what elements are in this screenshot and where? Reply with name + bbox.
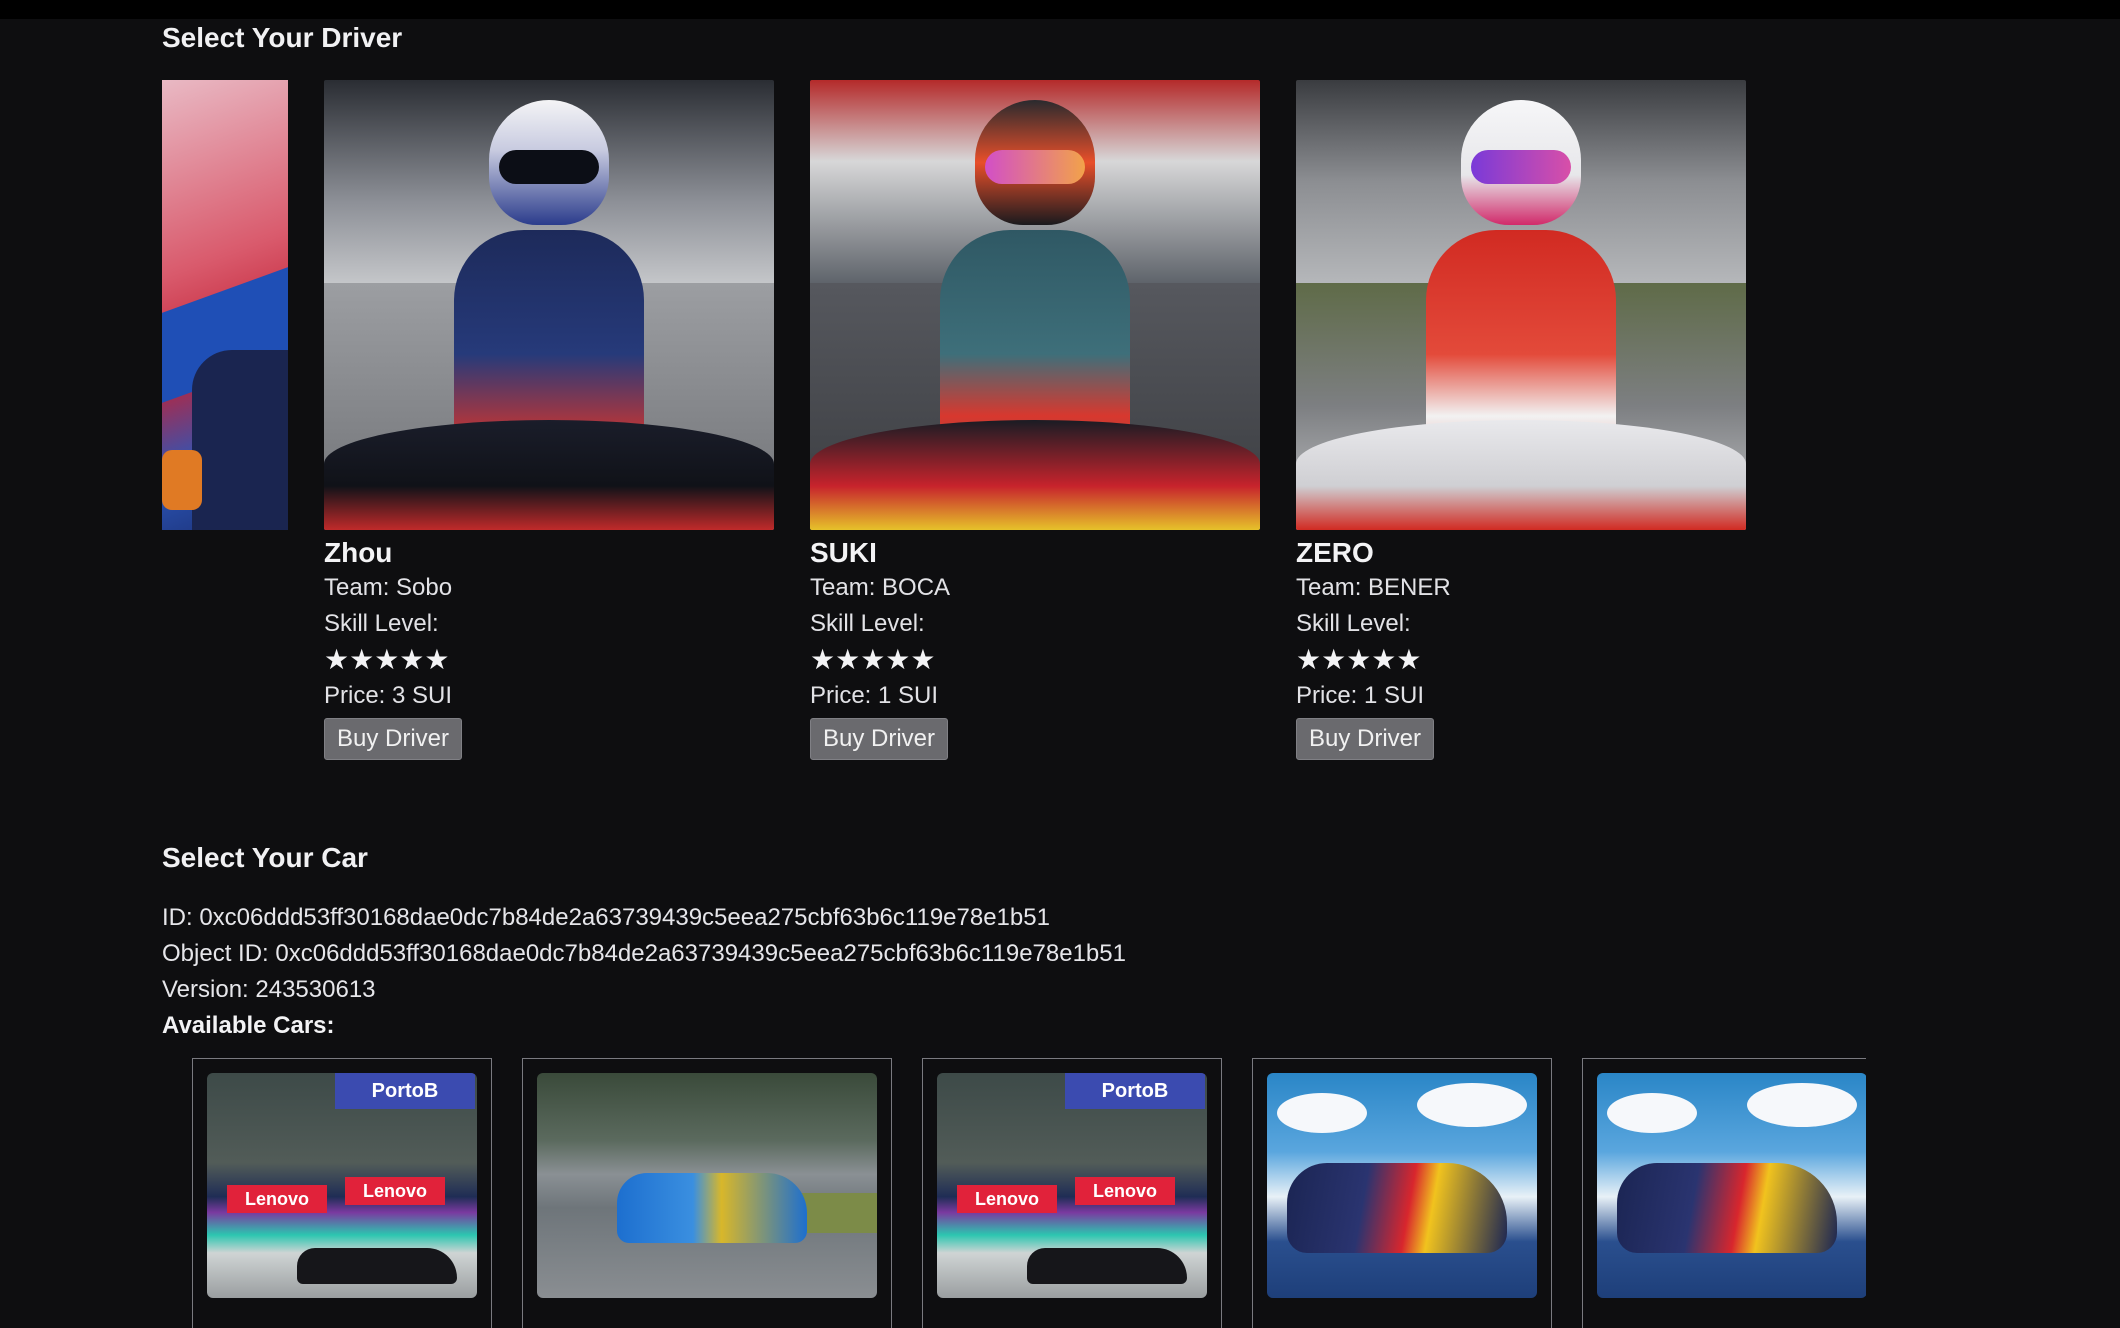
- car-image: [1267, 1073, 1537, 1298]
- car-card[interactable]: [1252, 1058, 1552, 1328]
- car-card[interactable]: [1582, 1058, 1866, 1328]
- car-carousel[interactable]: PortoB Lenovo Lenovo PortoB Lenovo Lenov…: [192, 1058, 1866, 1328]
- car-object-id: Object ID: 0xc06ddd53ff30168dae0dc7b84de…: [162, 940, 1126, 967]
- car-image: [537, 1073, 877, 1298]
- driver-card-partial-image[interactable]: [162, 80, 288, 530]
- car-id: ID: 0xc06ddd53ff30168dae0dc7b84de2a63739…: [162, 904, 1050, 931]
- driver-team: Team: BOCA: [810, 574, 951, 601]
- buy-driver-button[interactable]: Buy Driver: [1296, 718, 1435, 760]
- driver-team: Team: Sobo: [324, 574, 453, 601]
- car-image: PortoB Lenovo Lenovo: [937, 1073, 1207, 1298]
- driver-section-title: Select Your Driver: [162, 22, 403, 53]
- car-card[interactable]: PortoB Lenovo Lenovo: [192, 1058, 492, 1328]
- driver-photo: [810, 80, 1260, 530]
- page: Select Your Driver Zhou Team: Sobo Skill…: [0, 0, 2120, 1328]
- car-image: [1597, 1073, 1866, 1298]
- car-card[interactable]: PortoB Lenovo Lenovo: [922, 1058, 1222, 1328]
- car-card[interactable]: [522, 1058, 892, 1328]
- driver-name: ZERO: [1296, 537, 1374, 568]
- driver-photo: [324, 80, 774, 530]
- car-version: Version: 243530613: [162, 976, 376, 1003]
- available-cars-label: Available Cars:: [162, 1012, 335, 1039]
- car-image: PortoB Lenovo Lenovo: [207, 1073, 477, 1298]
- buy-driver-button[interactable]: Buy Driver: [810, 718, 949, 760]
- driver-skill-label: Skill Level:: [810, 610, 925, 637]
- skill-stars: ★★★★★: [810, 644, 936, 675]
- driver-name: SUKI: [810, 537, 877, 568]
- car-meta: ID: 0xc06ddd53ff30168dae0dc7b84de2a63739…: [162, 900, 1126, 1044]
- driver-price: Price: 1 SUI: [1296, 682, 1425, 709]
- driver-team: Team: BENER: [1296, 574, 1451, 601]
- skill-stars: ★★★★★: [324, 644, 450, 675]
- driver-photo: [1296, 80, 1746, 530]
- driver-skill-label: Skill Level:: [324, 610, 439, 637]
- driver-carousel[interactable]: Zhou Team: Sobo Skill Level: ★★★★★ Price…: [162, 80, 1782, 770]
- driver-price: Price: 3 SUI: [324, 682, 453, 709]
- driver-card: SUKI Team: BOCA Skill Level: ★★★★★ Price…: [810, 80, 1260, 760]
- driver-card: Zhou Team: Sobo Skill Level: ★★★★★ Price…: [324, 80, 774, 760]
- skill-stars: ★★★★★: [1296, 644, 1422, 675]
- driver-name: Zhou: [324, 537, 393, 568]
- car-section-title: Select Your Car: [162, 842, 368, 873]
- driver-skill-label: Skill Level:: [1296, 610, 1411, 637]
- buy-driver-button[interactable]: Buy Driver: [324, 718, 463, 760]
- driver-price: Price: 1 SUI: [810, 682, 939, 709]
- driver-card: ZERO Team: BENER Skill Level: ★★★★★ Pric…: [1296, 80, 1746, 760]
